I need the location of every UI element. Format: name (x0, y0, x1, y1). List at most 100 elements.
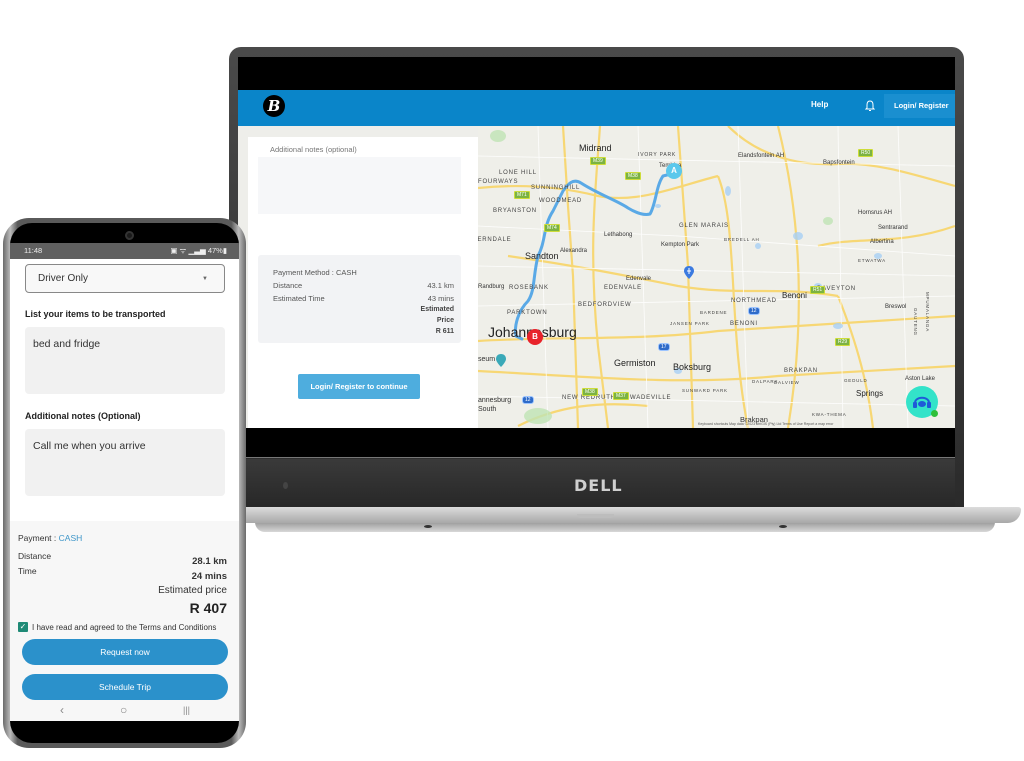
back-icon[interactable]: ‹ (60, 703, 64, 717)
distance-label: Distance (18, 551, 52, 561)
route-shield: R29 (835, 338, 851, 346)
android-nav-bar: ‹ ○ ||| (10, 701, 239, 721)
payment-label: Payment : (18, 533, 57, 543)
map-label-bredell: BREDELL AH (724, 237, 760, 242)
notes-textarea[interactable] (258, 157, 461, 214)
destination-marker[interactable]: B (527, 329, 543, 345)
map-label-glen-marais: GLEN MARAIS (679, 223, 729, 229)
brand-logo[interactable]: B (263, 95, 285, 117)
schedule-trip-button[interactable]: Schedule Trip (22, 674, 228, 700)
map-label-johannesburg-south: annesburg South (478, 397, 512, 413)
route-shield: M39 (590, 157, 606, 165)
route-shield: M74 (544, 224, 560, 232)
status-bar: 11:48 ▣ ᯤ ▁▃▅ 47%▮ (10, 243, 239, 259)
phone-frame: 11:48 ▣ ᯤ ▁▃▅ 47%▮ Driver Only ▼ List yo… (3, 218, 246, 748)
online-status-dot (931, 410, 938, 417)
price-label-2: Price (436, 317, 454, 324)
map-label-sunninghill: SUNNINGHILL (531, 185, 581, 191)
time-value: 24 mins (191, 571, 227, 582)
map-label-mpumalanga: MPUMALANGA (925, 292, 930, 333)
distance-row: Distance 43.1 km (273, 281, 454, 290)
map-label-gauteng: GAUTENG (913, 308, 918, 336)
lid-notch (577, 514, 614, 518)
map-label-kwa-thema: KWA-THEMA (812, 412, 847, 417)
request-now-button[interactable]: Request now (22, 639, 228, 665)
map-label-benoni-caps: BENONI (730, 321, 758, 327)
map-label-springs: Springs (856, 389, 884, 398)
distance-value: 43.1 km (427, 281, 454, 290)
map-label-northmead: NORTHMEAD (731, 298, 777, 304)
route-shield: R50 (858, 149, 874, 157)
map-label-edenvale-town: Edenvale (626, 276, 652, 282)
login-register-button[interactable]: Login/ Register (884, 94, 955, 118)
map-label-breswol: Breswol (885, 304, 907, 310)
terms-checkbox-row[interactable]: ✓ I have read and agreed to the Terms an… (18, 622, 216, 632)
notes-textarea[interactable]: Call me when you arrive (25, 429, 225, 496)
notes-label: Additional notes (optional) (270, 145, 357, 154)
highway-shield: 12 (748, 307, 760, 315)
map-attribution[interactable]: Keyboard shortcuts Map data ©2023 AfriGI… (698, 422, 833, 426)
login-to-continue-button[interactable]: Login/ Register to continue (298, 374, 420, 399)
map-label-sunward-park: SUNWARD PARK (682, 388, 728, 393)
laptop-bezel-top (238, 57, 955, 90)
laptop-base-underside (255, 522, 995, 532)
payment-value[interactable]: CASH (59, 533, 83, 543)
map-label-aston-lake: Aston Lake (905, 376, 936, 382)
laptop-screen: B Help Login/ Register Midrand IVORY PAR… (238, 90, 955, 428)
payment-method-row: Payment Method : CASH (273, 268, 454, 277)
estimated-price-label: Estimated price (158, 585, 227, 596)
map-label-sandton: Sandton (525, 251, 559, 261)
time-value: 43 mins (427, 294, 454, 303)
map-label-woodmead: WOODMEAD (539, 198, 583, 204)
route-map[interactable]: Midrand IVORY PARK Tembisa LONE HILL FOU… (478, 126, 955, 428)
map-label-lethabong: Lethabong (604, 232, 633, 238)
estimated-price: Estimated Price R 611 (394, 304, 454, 337)
route-shield: M37 (613, 392, 629, 400)
airport-pin-icon (684, 266, 694, 279)
bell-icon[interactable] (865, 100, 875, 112)
payment-row: Payment : CASH (18, 533, 227, 543)
time-label: Time (18, 566, 37, 576)
origin-marker[interactable]: A (666, 163, 682, 179)
map-label-boksburg: Boksburg (673, 362, 712, 372)
booking-form-panel: Additional notes (optional) Payment Meth… (248, 137, 478, 428)
service-type-select[interactable]: Driver Only ▼ (25, 264, 225, 293)
map-label-midrand: Midrand (579, 143, 612, 153)
distance-label: Distance (273, 281, 303, 290)
help-link[interactable]: Help (811, 100, 828, 109)
map-label-hornsrus: Hornsrus AH (858, 210, 893, 216)
route-shield: M38 (582, 388, 598, 396)
dell-logo: DELL (574, 476, 623, 495)
terms-label: I have read and agreed to the Terms and … (32, 622, 217, 632)
items-label: List your items to be transported (25, 309, 166, 319)
time-label: Estimated Time (273, 294, 325, 303)
phone-app-screen: Driver Only ▼ List your items to be tran… (10, 259, 239, 721)
trip-summary: Payment Method : CASH Distance 43.1 km E… (258, 255, 461, 343)
status-time: 11:48 (24, 246, 43, 255)
status-battery: ▣ ᯤ ▁▃▅ 47%▮ (170, 243, 227, 259)
front-camera-icon (125, 231, 134, 240)
home-icon[interactable]: ○ (120, 703, 127, 717)
map-label-dalview: DALVIEW (774, 380, 800, 385)
map-label-alexandra: Alexandra (560, 248, 588, 254)
distance-row: Distance 28.1 km (18, 551, 227, 567)
map-label-rosebank: ROSEBANK (509, 285, 549, 291)
terms-checkbox[interactable]: ✓ (18, 622, 28, 632)
map-label-edenvale: EDENVALE (604, 285, 642, 291)
recents-icon[interactable]: ||| (183, 705, 190, 715)
map-label-kempton-park: Kempton Park (661, 242, 700, 248)
laptop-bezel-bottom (238, 428, 955, 458)
map-label-germiston: Germiston (614, 358, 656, 368)
map-label-lone-hill: LONE HILL (499, 170, 537, 176)
map-label-museum: seum (478, 356, 496, 363)
laptop-foot (424, 525, 432, 528)
time-row: Time 24 mins (18, 566, 227, 582)
signal-icon: ▣ ᯤ ▁▃▅ (170, 246, 208, 255)
highway-shield: 12 (522, 396, 534, 404)
time-row: Estimated Time 43 mins (273, 294, 454, 303)
items-textarea[interactable]: bed and fridge (25, 327, 225, 394)
route-shield: M71 (514, 191, 530, 199)
web-header: B Help Login/ Register (238, 90, 955, 126)
map-label-bapsfontein: Bapsfontein (823, 160, 855, 166)
map-label-ivory-park: IVORY PARK (638, 152, 677, 158)
